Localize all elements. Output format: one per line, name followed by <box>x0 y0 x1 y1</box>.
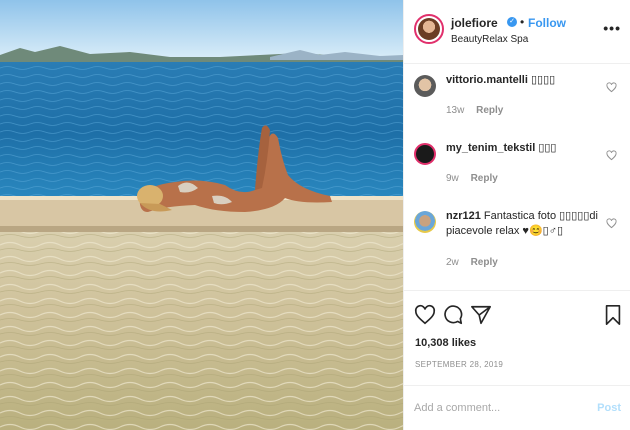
comment-item: vittorio.mantelli ▯▯▯▯ 13w Reply <box>404 68 630 128</box>
like-comment-heart-icon[interactable] <box>606 218 617 229</box>
more-options-icon[interactable]: ••• <box>603 20 621 36</box>
comment-input[interactable] <box>414 400 574 416</box>
post-photo[interactable] <box>0 0 403 430</box>
commenter-avatar[interactable] <box>414 143 436 165</box>
post-image <box>0 0 403 430</box>
location-link[interactable]: BeautyRelax Spa <box>451 34 528 45</box>
commenter-avatar[interactable] <box>414 75 436 97</box>
comment-text: ▯▯▯ <box>538 142 557 154</box>
commenter-username[interactable]: nzr121 <box>446 210 481 222</box>
comment-meta: 2w Reply <box>446 257 507 268</box>
post-actions: 10,308 likes SEPTEMBER 28, 2019 <box>404 290 630 380</box>
commenter-username[interactable]: my_tenim_tekstil <box>446 142 535 154</box>
instagram-post: jolefiore ✓ • Follow BeautyRelax Spa •••… <box>0 0 630 430</box>
comment-text: ▯▯▯▯ <box>530 74 556 86</box>
bookmark-icon[interactable] <box>602 304 624 326</box>
commenter-username[interactable]: vittorio.mantelli <box>446 74 528 86</box>
comment-time: 9w <box>446 173 459 184</box>
verified-badge-icon: ✓ <box>507 17 517 27</box>
reply-button[interactable]: Reply <box>471 257 498 268</box>
share-icon[interactable] <box>470 304 492 326</box>
follow-button[interactable]: Follow <box>528 16 566 30</box>
reply-button[interactable]: Reply <box>476 105 503 116</box>
post-header: jolefiore ✓ • Follow BeautyRelax Spa ••• <box>404 0 630 64</box>
comment-icon[interactable] <box>442 304 464 326</box>
comment-item: my_tenim_tekstil ▯▯▯ 9w Reply <box>404 136 630 196</box>
reply-button[interactable]: Reply <box>471 173 498 184</box>
comment-body: vittorio.mantelli ▯▯▯▯ <box>446 73 606 88</box>
add-comment-bar: Post <box>404 385 630 430</box>
post-date: SEPTEMBER 28, 2019 <box>415 360 504 369</box>
owner-username[interactable]: jolefiore <box>451 16 498 30</box>
like-comment-heart-icon[interactable] <box>606 150 617 161</box>
comment-body: my_tenim_tekstil ▯▯▯ <box>446 141 606 156</box>
comment-time: 2w <box>446 257 459 268</box>
commenter-avatar[interactable] <box>414 211 436 233</box>
owner-avatar[interactable] <box>414 14 444 44</box>
post-comment-button[interactable]: Post <box>597 402 621 414</box>
comment-meta: 9w Reply <box>446 173 507 184</box>
header-separator: • <box>520 15 525 29</box>
comment-body: nzr121 Fantastica foto ▯▯▯▯▯di piacevole… <box>446 209 606 239</box>
heart-icon[interactable] <box>414 304 436 326</box>
comment-item: nzr121 Fantastica foto ▯▯▯▯▯di piacevole… <box>404 204 630 280</box>
comment-meta: 13w Reply <box>446 105 512 116</box>
likes-count[interactable]: 10,308 likes <box>415 337 476 349</box>
like-comment-heart-icon[interactable] <box>606 82 617 93</box>
post-sidebar: jolefiore ✓ • Follow BeautyRelax Spa •••… <box>403 0 630 430</box>
comment-time: 13w <box>446 105 465 116</box>
